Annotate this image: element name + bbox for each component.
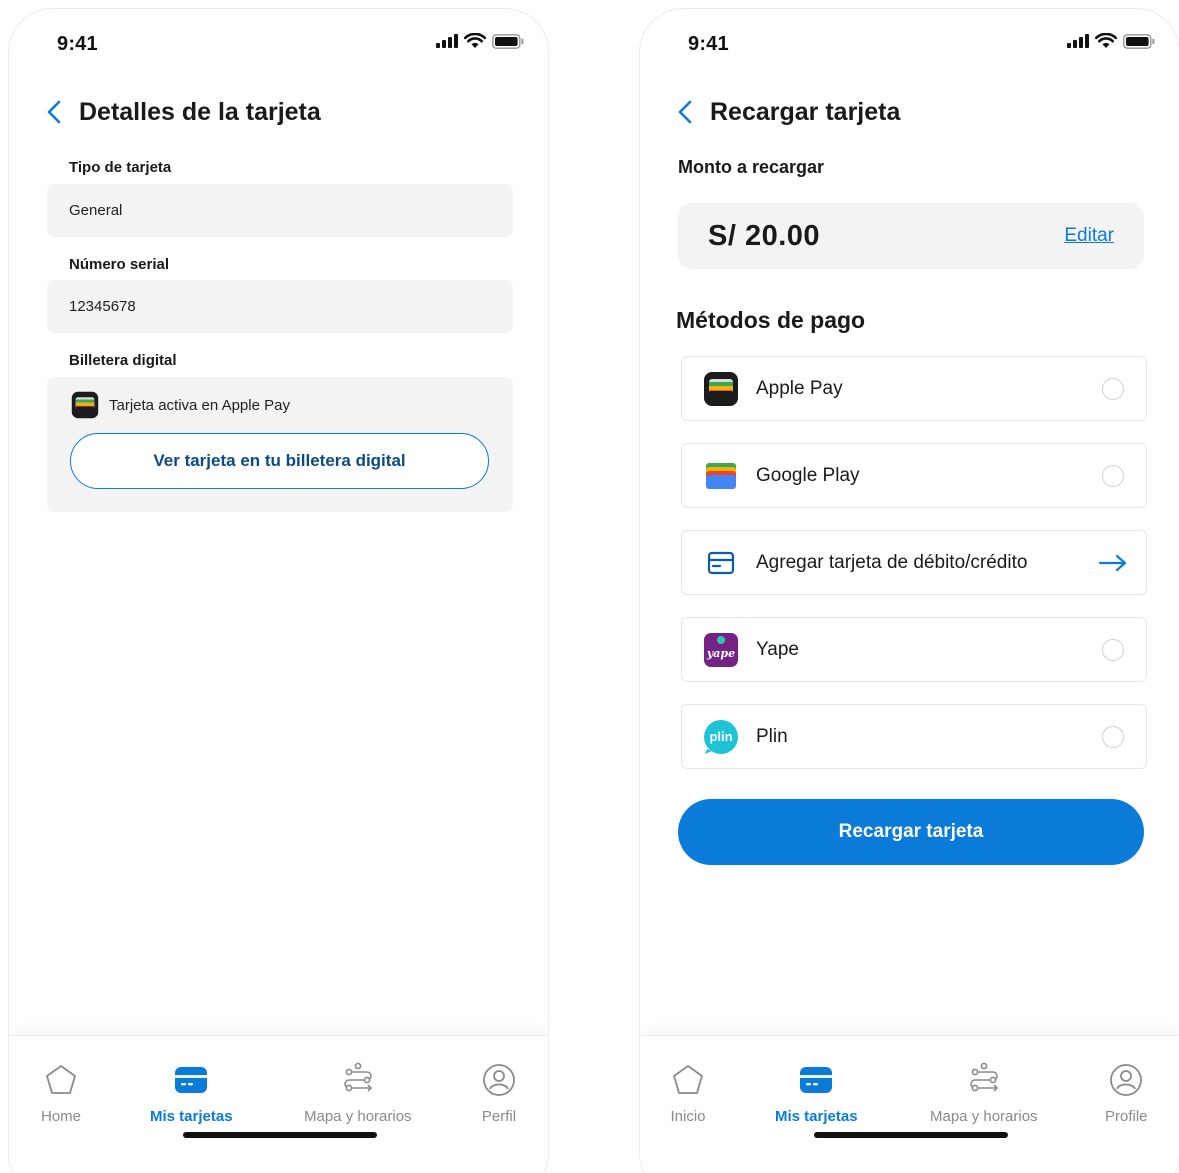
serial-number-value: 12345678 bbox=[69, 298, 136, 315]
serial-number-label: Número serial bbox=[69, 256, 170, 273]
top-up-screen: 9:41 Recargar tarjeta Monto a recargar S… bbox=[639, 8, 1179, 1173]
plin-icon: plin bbox=[703, 719, 739, 755]
battery-icon bbox=[492, 33, 524, 49]
tab-profile-label: Perfil bbox=[481, 1108, 517, 1125]
battery-icon bbox=[1123, 33, 1155, 49]
apple-pay-radio[interactable] bbox=[1102, 377, 1124, 400]
yape-logo-text: yape bbox=[706, 647, 735, 660]
payment-method-google-play[interactable]: Google Play bbox=[681, 443, 1147, 508]
status-time: 9:41 bbox=[688, 33, 729, 55]
tab-my-cards[interactable]: Mis tarjetas bbox=[775, 1062, 858, 1125]
google-play-radio[interactable] bbox=[1102, 464, 1124, 487]
card-icon bbox=[798, 1062, 834, 1098]
credit-card-icon bbox=[703, 545, 739, 581]
tab-home-label: Inicio bbox=[670, 1108, 706, 1125]
screen-header: Recargar tarjeta bbox=[674, 97, 900, 127]
wifi-icon bbox=[1095, 33, 1117, 48]
status-icons bbox=[436, 33, 524, 49]
tab-profile-label: Profile bbox=[1105, 1108, 1148, 1125]
route-icon bbox=[340, 1062, 376, 1098]
view-wallet-button[interactable]: Ver tarjeta en tu billetera digital bbox=[70, 433, 489, 489]
tab-my-cards-label: Mis tarjetas bbox=[150, 1108, 233, 1125]
tab-bar: Home Mis tarjetas Mapa y horarios Perfil bbox=[9, 1035, 548, 1173]
tab-map-schedules[interactable]: Mapa y horarios bbox=[930, 1062, 1038, 1125]
payment-method-plin[interactable]: plin Plin bbox=[681, 704, 1147, 769]
plin-logo-text: plin bbox=[709, 729, 732, 744]
card-type-field: General bbox=[47, 184, 513, 237]
tab-home[interactable]: Home bbox=[41, 1062, 81, 1125]
payment-methods-title: Métodos de pago bbox=[676, 307, 866, 333]
home-indicator bbox=[814, 1132, 1008, 1138]
wifi-icon bbox=[464, 33, 486, 48]
serial-number-field: 12345678 bbox=[47, 280, 513, 333]
page-title: Detalles de la tarjeta bbox=[79, 97, 321, 126]
tab-profile[interactable]: Profile bbox=[1105, 1062, 1148, 1125]
route-icon bbox=[966, 1062, 1002, 1098]
card-type-value: General bbox=[69, 202, 123, 219]
home-icon bbox=[670, 1062, 706, 1098]
back-arrow-icon[interactable] bbox=[674, 97, 696, 127]
amount-label: Monto a recargar bbox=[678, 157, 825, 177]
home-icon bbox=[43, 1062, 79, 1098]
home-indicator bbox=[183, 1132, 377, 1138]
amount-field: S/ 20.00 Editar bbox=[678, 203, 1144, 269]
tab-bar: Inicio Mis tarjetas Mapa y horarios Prof… bbox=[640, 1035, 1179, 1173]
card-icon bbox=[173, 1062, 209, 1098]
tab-home[interactable]: Inicio bbox=[670, 1062, 706, 1125]
card-type-label: Tipo de tarjeta bbox=[69, 159, 172, 176]
tab-my-cards[interactable]: Mis tarjetas bbox=[150, 1062, 233, 1125]
plin-radio[interactable] bbox=[1102, 725, 1124, 748]
page-title: Recargar tarjeta bbox=[710, 97, 901, 126]
profile-icon bbox=[481, 1062, 517, 1098]
wallet-status-text: Tarjeta activa en Apple Pay bbox=[109, 396, 290, 414]
tab-map-schedules-label: Mapa y horarios bbox=[930, 1108, 1038, 1125]
tab-map-schedules[interactable]: Mapa y horarios bbox=[304, 1062, 412, 1125]
payment-method-label: Apple Pay bbox=[756, 377, 843, 399]
tab-profile[interactable]: Perfil bbox=[481, 1062, 517, 1125]
status-time: 9:41 bbox=[57, 33, 98, 55]
back-arrow-icon[interactable] bbox=[43, 97, 65, 127]
payment-method-yape[interactable]: yape Yape bbox=[681, 617, 1147, 682]
tab-my-cards-label: Mis tarjetas bbox=[775, 1108, 858, 1125]
tab-home-label: Home bbox=[41, 1108, 82, 1125]
payment-method-label: Plin bbox=[756, 725, 788, 747]
status-icons bbox=[1067, 33, 1155, 49]
payment-method-add-card[interactable]: Agregar tarjeta de débito/crédito bbox=[681, 530, 1147, 595]
digital-wallet-panel: Tarjeta activa en Apple Pay Ver tarjeta … bbox=[47, 377, 513, 512]
profile-icon bbox=[1108, 1062, 1144, 1098]
apple-wallet-icon bbox=[703, 371, 739, 407]
tab-map-schedules-label: Mapa y horarios bbox=[304, 1108, 412, 1125]
yape-icon: yape bbox=[703, 632, 739, 668]
yape-radio[interactable] bbox=[1102, 638, 1124, 661]
amount-value: S/ 20.00 bbox=[708, 219, 821, 252]
digital-wallet-label: Billetera digital bbox=[69, 352, 177, 369]
signal-icon bbox=[436, 34, 458, 48]
payment-method-apple-pay[interactable]: Apple Pay bbox=[681, 356, 1147, 421]
signal-icon bbox=[1067, 34, 1089, 48]
payment-method-label: Yape bbox=[756, 638, 799, 660]
top-up-button[interactable]: Recargar tarjeta bbox=[678, 799, 1144, 865]
screen-header: Detalles de la tarjeta bbox=[43, 97, 321, 127]
card-details-screen: 9:41 Detalles de la tarjeta Tipo de tarj… bbox=[8, 8, 549, 1173]
payment-method-label: Google Play bbox=[756, 464, 860, 486]
google-wallet-icon bbox=[703, 458, 739, 494]
apple-wallet-icon bbox=[71, 391, 99, 419]
wallet-status: Tarjeta activa en Apple Pay bbox=[71, 391, 290, 419]
payment-method-label: Agregar tarjeta de débito/crédito bbox=[756, 551, 1028, 573]
arrow-right-icon bbox=[1098, 554, 1127, 571]
edit-amount-link[interactable]: Editar bbox=[1064, 225, 1114, 247]
